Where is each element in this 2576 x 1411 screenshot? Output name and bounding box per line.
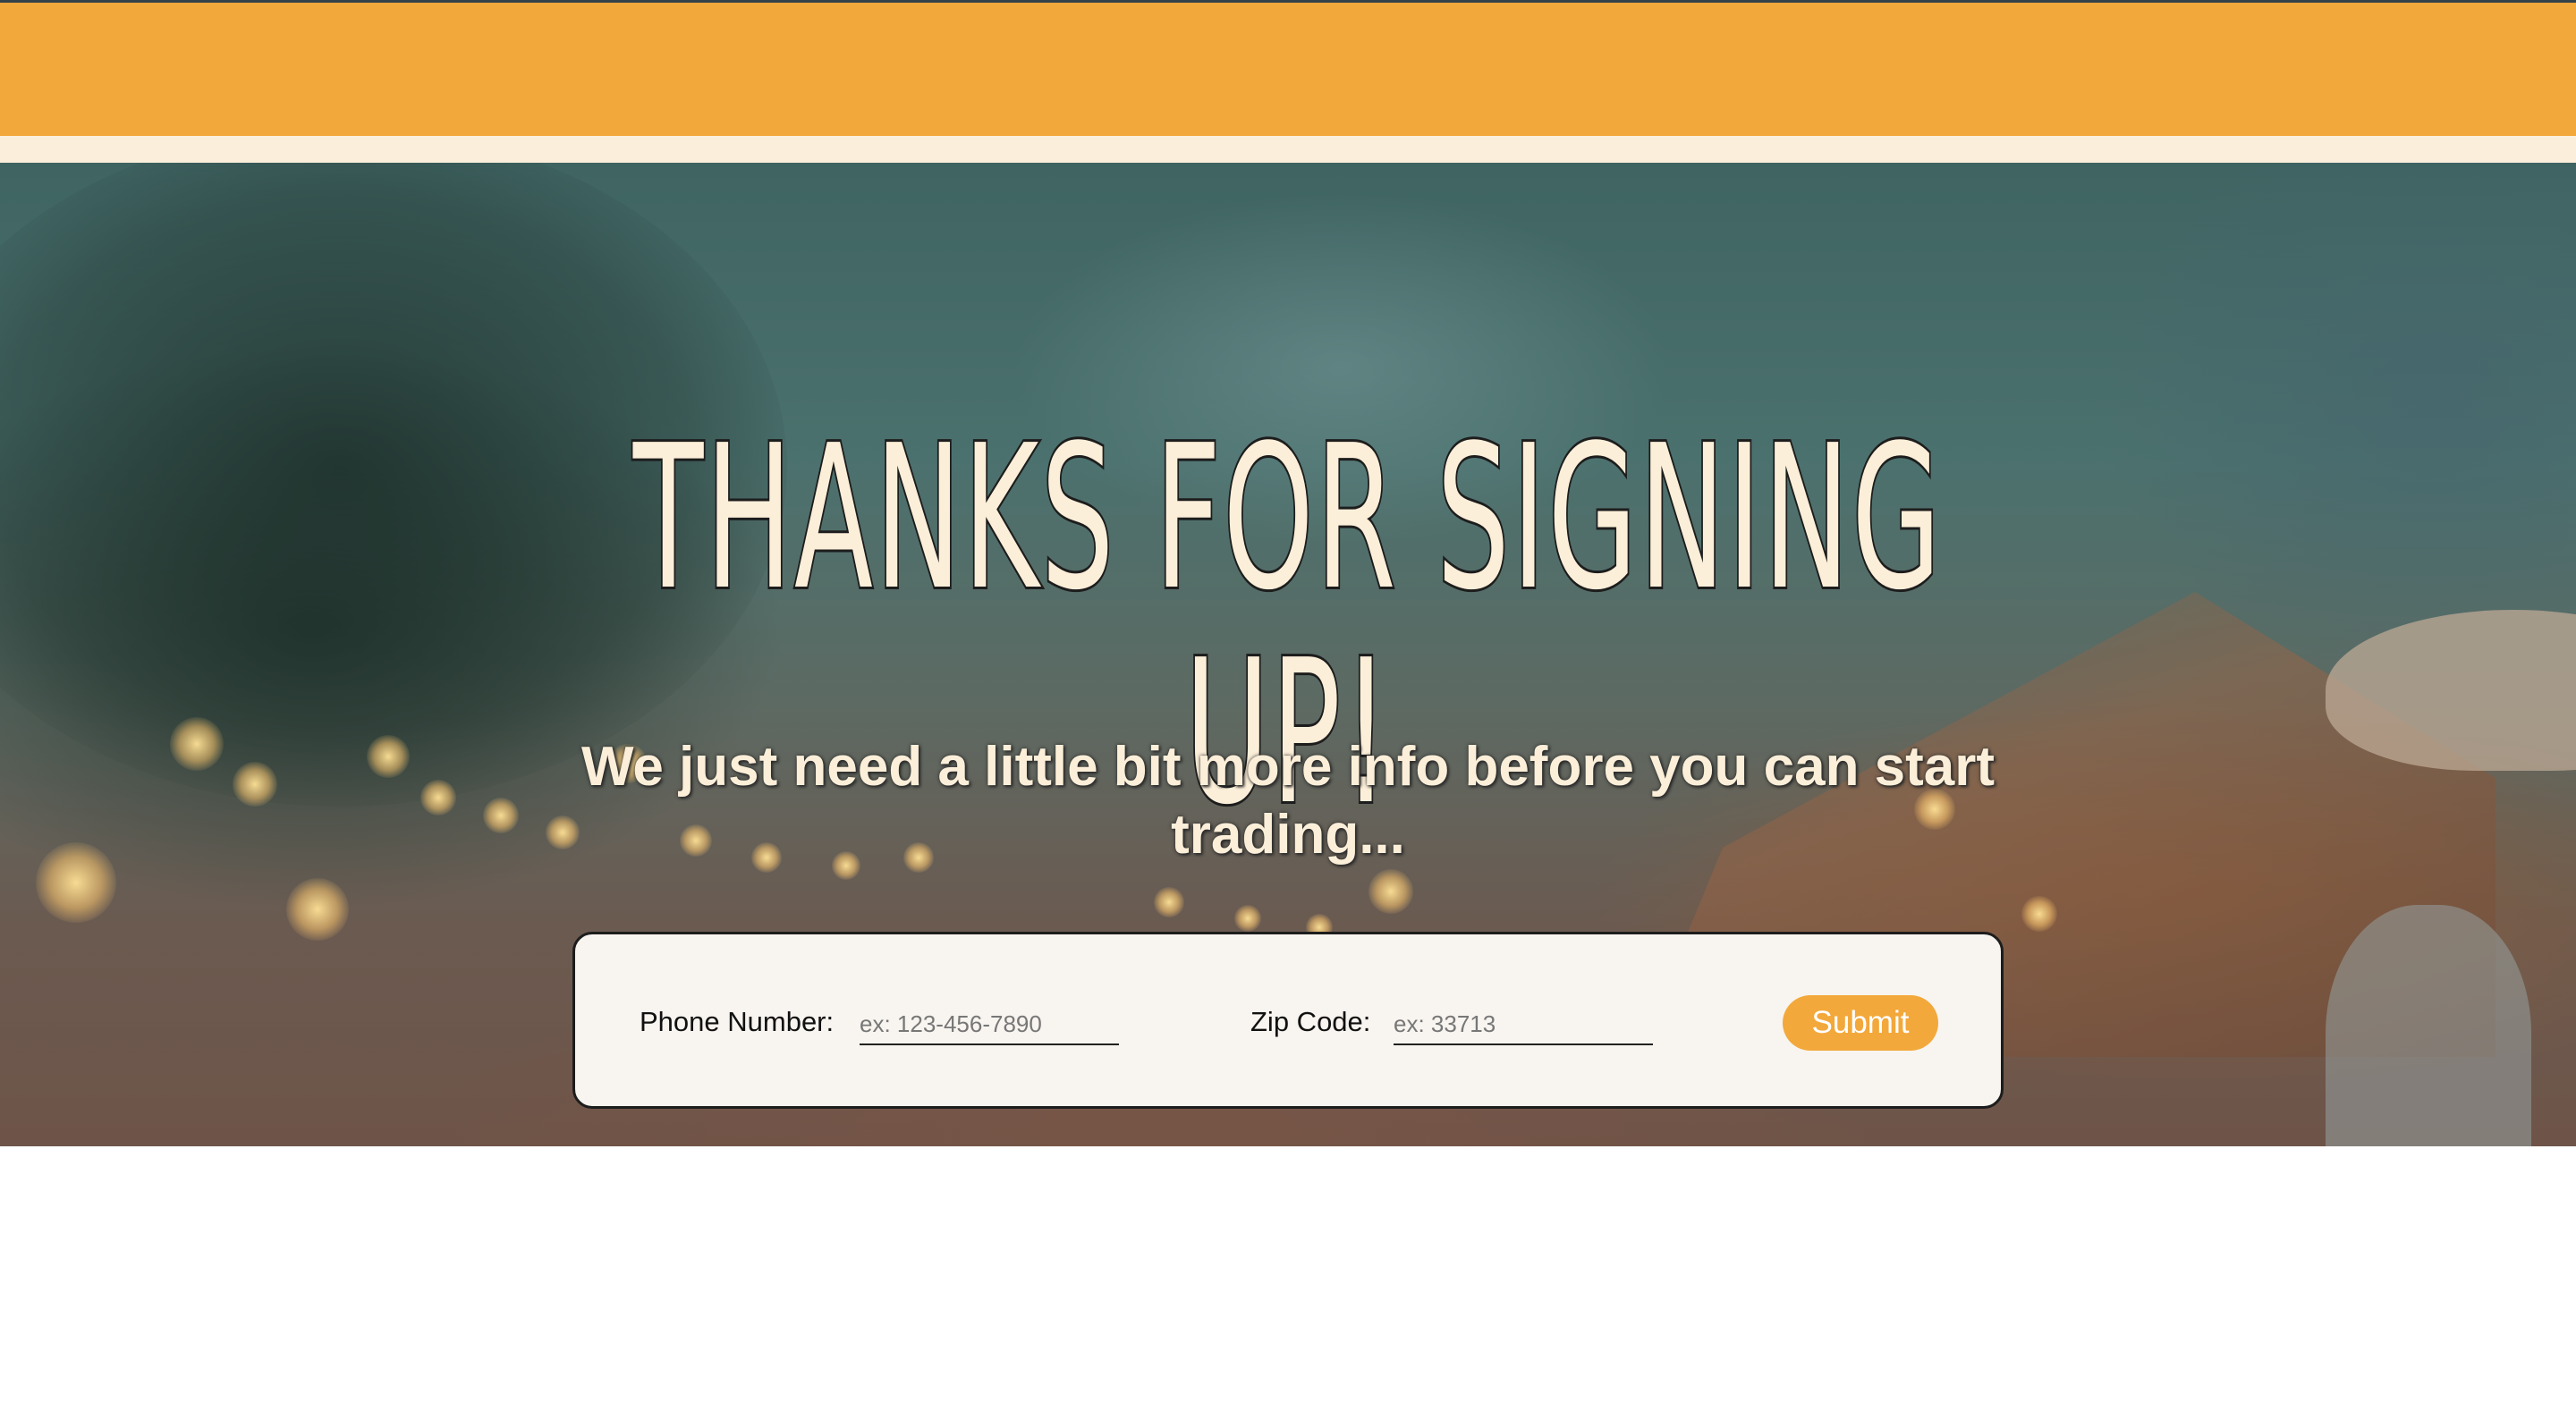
bokeh-light — [2021, 896, 2057, 932]
page-subtitle: We just need a little bit more info befo… — [580, 736, 1996, 866]
bokeh-light — [170, 717, 224, 771]
bokeh-light — [1234, 905, 1261, 932]
bokeh-light — [286, 878, 349, 941]
submit-button[interactable]: Submit — [1783, 995, 1938, 1051]
phone-number-input[interactable] — [860, 1006, 1119, 1045]
zip-code-label: Zip Code: — [1250, 1006, 1371, 1037]
bokeh-light — [367, 735, 410, 778]
signup-info-form: Phone Number: Zip Code: Submit — [572, 932, 2004, 1109]
background-umbrella — [2326, 610, 2576, 771]
phone-number-label: Phone Number: — [640, 1006, 835, 1037]
bokeh-light — [1368, 869, 1413, 914]
header-accent-stripe — [0, 136, 2576, 163]
bokeh-light — [483, 798, 519, 833]
top-navigation-bar — [0, 0, 2576, 136]
bokeh-light — [36, 842, 116, 923]
bokeh-light — [233, 762, 277, 807]
background-person — [2326, 905, 2531, 1146]
bokeh-light — [420, 780, 456, 815]
zip-code-input[interactable] — [1394, 1006, 1653, 1045]
bokeh-light — [1154, 887, 1184, 917]
